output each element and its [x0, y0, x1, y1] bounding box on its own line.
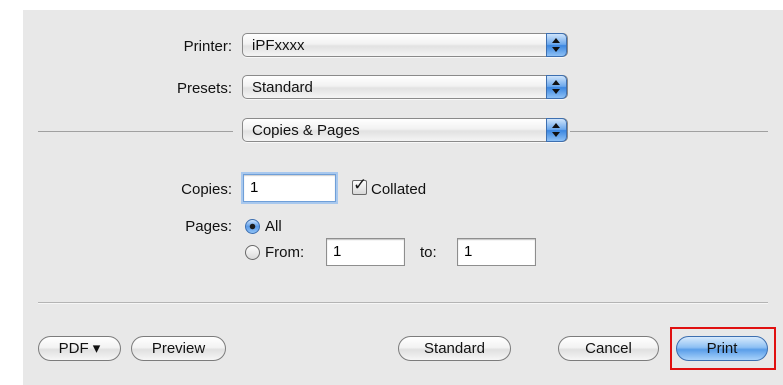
pages-to-label: to: [420, 244, 437, 261]
printer-value: iPFxxxx [252, 37, 305, 54]
pages-to-value: 1 [464, 243, 473, 260]
presets-label: Presets: [176, 80, 232, 97]
section-divider-right [570, 131, 768, 132]
pages-from-value: 1 [333, 243, 342, 260]
pages-from-label: From: [265, 244, 305, 261]
pages-from-field[interactable]: 1 [326, 238, 405, 266]
pdf-menu-button[interactable]: PDF ▾ [38, 336, 121, 361]
section-popup[interactable]: Copies & Pages [242, 118, 568, 142]
section-value: Copies & Pages [252, 122, 360, 139]
pages-label: Pages: [185, 218, 232, 235]
print-button-highlight [670, 327, 776, 370]
popup-arrows-icon [546, 75, 567, 99]
pages-all-radio[interactable] [245, 219, 260, 234]
copies-value: 1 [250, 179, 259, 196]
pages-to-field[interactable]: 1 [457, 238, 536, 266]
presets-value: Standard [252, 79, 313, 96]
section-divider-left [38, 131, 233, 132]
printer-popup[interactable]: iPFxxxx [242, 33, 568, 57]
collated-label: Collated [371, 181, 427, 198]
standard-button[interactable]: Standard [398, 336, 511, 361]
popup-arrows-icon [546, 33, 567, 57]
checkmark-icon: ✓ [353, 175, 368, 194]
copies-label: Copies: [181, 181, 232, 198]
preview-button[interactable]: Preview [131, 336, 226, 361]
printer-label: Printer: [183, 38, 232, 55]
collated-checkbox[interactable]: ✓ [352, 175, 367, 195]
pages-all-label: All [265, 218, 282, 235]
bottom-divider [38, 302, 768, 304]
popup-arrows-icon [546, 118, 567, 142]
cancel-button[interactable]: Cancel [558, 336, 659, 361]
pages-from-radio[interactable] [245, 245, 260, 260]
copies-field[interactable]: 1 [243, 174, 336, 202]
presets-popup[interactable]: Standard [242, 75, 568, 99]
